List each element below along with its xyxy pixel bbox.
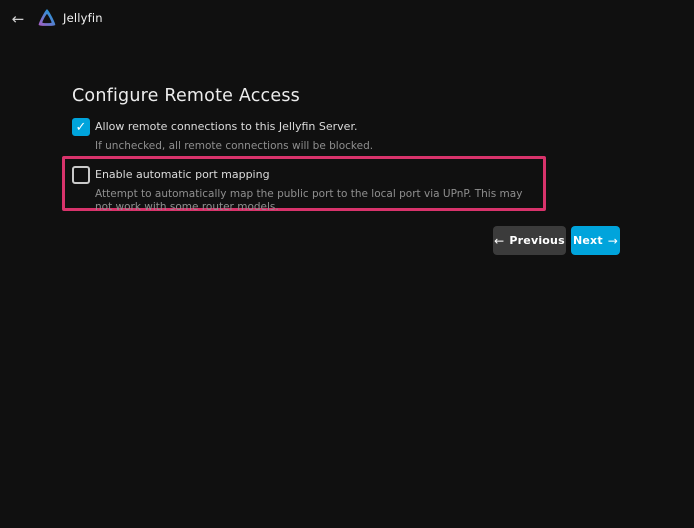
enable-port-mapping-checkbox[interactable]	[72, 166, 90, 184]
checkmark-icon: ✓	[76, 121, 87, 134]
enable-port-mapping-description: Attempt to automatically map the public …	[95, 188, 542, 215]
next-button-label: Next	[573, 234, 603, 247]
enable-port-mapping-label[interactable]: Enable automatic port mapping	[95, 168, 542, 182]
previous-button[interactable]: ← Previous	[493, 226, 566, 255]
allow-remote-connections-label[interactable]: Allow remote connections to this Jellyfi…	[95, 120, 373, 134]
allow-remote-connections-description: If unchecked, all remote connections wil…	[95, 140, 373, 154]
option-enable-port-mapping: Enable automatic port mapping Attempt to…	[72, 166, 542, 215]
back-arrow-icon: ←	[12, 10, 25, 28]
previous-button-label: Previous	[509, 234, 564, 247]
jellyfin-logo-icon	[36, 7, 58, 29]
arrow-right-icon: →	[608, 235, 618, 247]
next-button[interactable]: Next →	[571, 226, 620, 255]
allow-remote-connections-checkbox[interactable]: ✓	[72, 118, 90, 136]
arrow-left-icon: ←	[494, 235, 504, 247]
page-title: Configure Remote Access	[72, 86, 300, 106]
back-button[interactable]: ←	[8, 9, 28, 29]
option-allow-remote-connections: ✓ Allow remote connections to this Jelly…	[72, 118, 532, 153]
app-logo-text: Jellyfin	[63, 11, 103, 25]
setup-wizard-page: ← Jellyfin Configure Remote Access ✓ All…	[0, 0, 694, 528]
app-logo: Jellyfin	[36, 7, 103, 29]
